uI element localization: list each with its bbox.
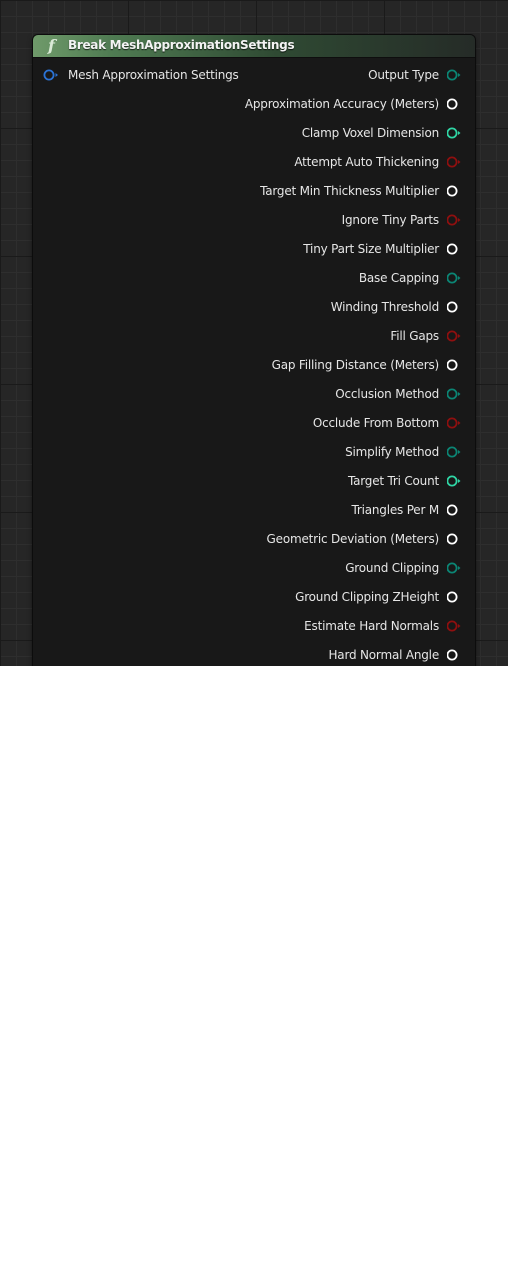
output-pin-tiny-part-size-multiplier[interactable]: Tiny Part Size Multiplier xyxy=(303,242,462,256)
break-mesh-approximation-settings-node[interactable]: f Break MeshApproximationSettings Mesh A… xyxy=(33,35,475,666)
output-pin-label: Fill Gaps xyxy=(390,329,439,343)
output-pin-attempt-auto-thickening[interactable]: Attempt Auto Thickening xyxy=(294,155,462,169)
output-pin-winding-threshold[interactable]: Winding Threshold xyxy=(331,300,462,314)
output-pin-label: Gap Filling Distance (Meters) xyxy=(271,358,440,372)
output-pin-label: Estimate Hard Normals xyxy=(304,619,439,633)
output-pin-occlude-from-bottom[interactable]: Occlude From Bottom xyxy=(313,416,462,430)
byte-pin-icon[interactable] xyxy=(447,271,462,285)
output-pin-label: Tiny Part Size Multiplier xyxy=(303,242,439,256)
output-pin-target-tri-count[interactable]: Target Tri Count xyxy=(348,474,462,488)
float-pin-icon[interactable] xyxy=(447,532,462,546)
output-pin-label: Simplify Method xyxy=(345,445,439,459)
output-pin-triangles-per-m[interactable]: Triangles Per M xyxy=(352,503,463,517)
output-pin-label: Ground Clipping xyxy=(345,561,439,575)
int-pin-icon[interactable] xyxy=(447,126,462,140)
byte-pin-icon[interactable] xyxy=(447,68,462,82)
float-pin-icon[interactable] xyxy=(447,503,462,517)
output-pin-output-type[interactable]: Output Type xyxy=(368,68,462,82)
float-pin-icon[interactable] xyxy=(447,648,462,662)
output-pin-label: Target Min Thickness Multiplier xyxy=(260,184,439,198)
output-pin-label: Occlude From Bottom xyxy=(312,416,439,430)
byte-pin-icon[interactable] xyxy=(447,387,462,401)
int-pin-icon[interactable] xyxy=(447,474,462,488)
output-pin-geometric-deviation-meters[interactable]: Geometric Deviation (Meters) xyxy=(267,532,462,546)
bool-pin-icon[interactable] xyxy=(447,155,462,169)
float-pin-icon[interactable] xyxy=(447,242,462,256)
output-pin-label: Hard Normal Angle xyxy=(328,648,439,662)
float-pin-icon[interactable] xyxy=(447,300,462,314)
output-pin-ground-clipping[interactable]: Ground Clipping xyxy=(345,561,462,575)
output-pin-estimate-hard-normals[interactable]: Estimate Hard Normals xyxy=(304,619,462,633)
output-pin-label: Ground Clipping ZHeight xyxy=(295,590,439,604)
function-icon: f xyxy=(48,36,55,55)
float-pin-icon[interactable] xyxy=(447,184,462,198)
output-pin-label: Target Tri Count xyxy=(347,474,439,488)
output-pin-label: Clamp Voxel Dimension xyxy=(301,126,439,140)
output-pin-ignore-tiny-parts[interactable]: Ignore Tiny Parts xyxy=(342,213,462,227)
bool-pin-icon[interactable] xyxy=(447,329,462,343)
output-pin-ground-clipping-zheight[interactable]: Ground Clipping ZHeight xyxy=(295,590,462,604)
float-pin-icon[interactable] xyxy=(447,358,462,372)
output-pin-base-capping[interactable]: Base Capping xyxy=(359,271,462,285)
output-pin-gap-filling-distance-meters[interactable]: Gap Filling Distance (Meters) xyxy=(272,358,462,372)
output-pin-simplify-method[interactable]: Simplify Method xyxy=(345,445,462,459)
output-pin-label: Approximation Accuracy (Meters) xyxy=(244,97,439,111)
float-pin-icon[interactable] xyxy=(447,590,462,604)
blueprint-graph-canvas[interactable]: f Break MeshApproximationSettings Mesh A… xyxy=(0,0,508,666)
output-pin-label: Geometric Deviation (Meters) xyxy=(266,532,440,546)
output-pin-fill-gaps[interactable]: Fill Gaps xyxy=(390,329,462,343)
float-pin-icon[interactable] xyxy=(447,97,462,111)
output-pin-hard-normal-angle[interactable]: Hard Normal Angle xyxy=(328,648,462,662)
output-pin-occlusion-method[interactable]: Occlusion Method xyxy=(335,387,462,401)
input-pin-label: Mesh Approximation Settings xyxy=(68,68,239,82)
node-title: Break MeshApproximationSettings xyxy=(68,38,295,52)
output-pin-clamp-voxel-dimension[interactable]: Clamp Voxel Dimension xyxy=(302,126,462,140)
bool-pin-icon[interactable] xyxy=(447,416,462,430)
output-pin-label: Output Type xyxy=(368,68,439,82)
bool-pin-icon[interactable] xyxy=(447,619,462,633)
output-pin-label: Attempt Auto Thickening xyxy=(294,155,439,169)
byte-pin-icon[interactable] xyxy=(447,445,462,459)
output-pin-label: Base Capping xyxy=(358,271,439,285)
output-pin-approximation-accuracy-meters[interactable]: Approximation Accuracy (Meters) xyxy=(245,97,462,111)
bool-pin-icon[interactable] xyxy=(447,213,462,227)
output-pin-target-min-thickness-multiplier[interactable]: Target Min Thickness Multiplier xyxy=(260,184,462,198)
output-pin-label: Occlusion Method xyxy=(335,387,439,401)
output-pin-label: Triangles Per M xyxy=(351,503,440,517)
struct-pin-icon[interactable] xyxy=(43,68,58,82)
byte-pin-icon[interactable] xyxy=(447,561,462,575)
output-pin-label: Ignore Tiny Parts xyxy=(341,213,440,227)
output-pin-label: Winding Threshold xyxy=(330,300,439,314)
node-header[interactable]: f Break MeshApproximationSettings xyxy=(33,35,475,58)
